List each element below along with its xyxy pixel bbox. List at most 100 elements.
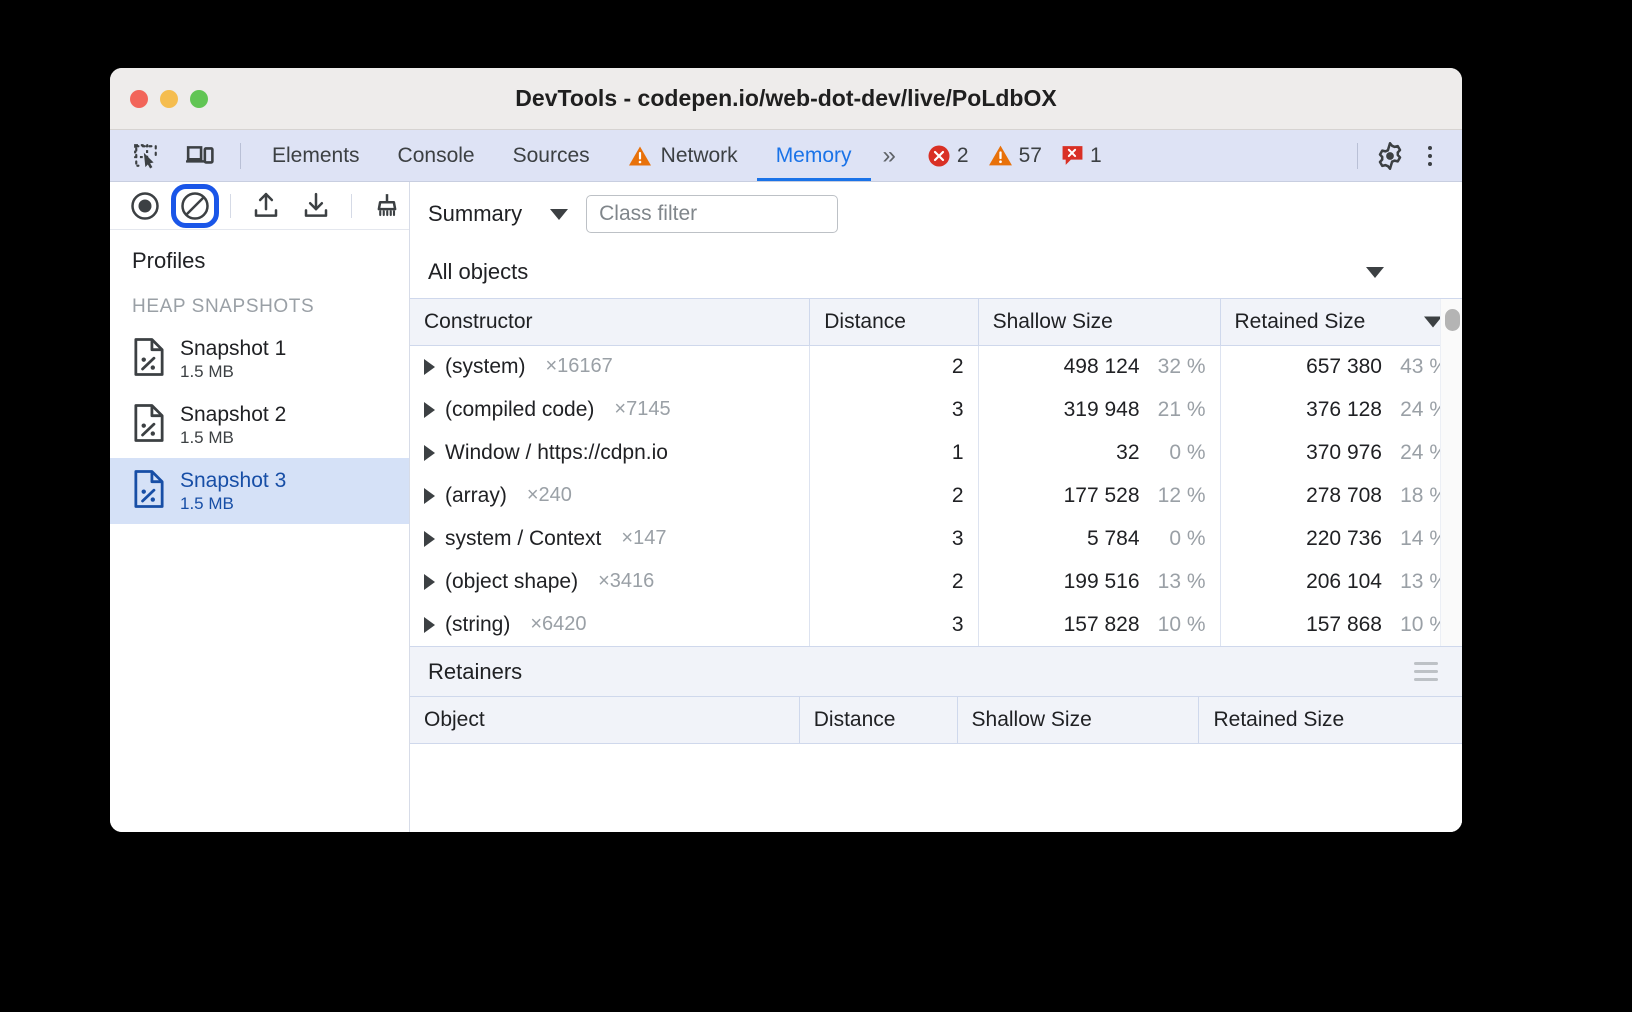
record-heap-snapshot-icon[interactable]	[124, 187, 166, 225]
traffic-lights	[110, 90, 208, 108]
retainers-panel: Retainers Object Distance	[410, 646, 1462, 832]
table-row[interactable]: (object shape)×3416 2 199 51613 % 206 10…	[410, 560, 1462, 603]
column-header-retained-size[interactable]: Retained Size	[1220, 299, 1462, 345]
retainers-body: Object Distance Shallow Size Retained Si…	[410, 697, 1462, 832]
snapshot-item-1[interactable]: Snapshot 1 1.5 MB	[110, 326, 409, 392]
collect-garbage-icon[interactable]	[366, 187, 408, 225]
issue-counter[interactable]: 1	[1054, 144, 1109, 168]
cell-shallow-size: 5 784	[1087, 527, 1140, 551]
clear-all-profiles-icon[interactable]	[174, 187, 216, 225]
more-options-icon[interactable]	[1412, 138, 1448, 174]
tab-elements[interactable]: Elements	[253, 130, 379, 181]
view-mode-select[interactable]: Summary	[428, 201, 586, 227]
scrollbar-thumb[interactable]	[1445, 309, 1460, 331]
cell-distance: 3	[810, 603, 978, 646]
column-header-retained-size[interactable]: Retained Size	[1199, 697, 1462, 743]
object-filter-select[interactable]: All objects	[410, 246, 1462, 298]
expand-triangle-icon[interactable]	[424, 445, 435, 461]
expand-triangle-icon[interactable]	[424, 359, 435, 375]
object-filter-label: All objects	[428, 259, 528, 285]
column-header-distance-label: Distance	[814, 708, 896, 731]
cell-shallow-pct: 21 %	[1140, 398, 1206, 422]
tab-memory-label: Memory	[776, 144, 852, 168]
load-profile-icon[interactable]	[245, 187, 287, 225]
snapshot-item-2[interactable]: Snapshot 2 1.5 MB	[110, 392, 409, 458]
expand-triangle-icon[interactable]	[424, 574, 435, 590]
tab-memory[interactable]: Memory	[757, 130, 871, 181]
cell-retained-size: 157 868	[1306, 613, 1382, 637]
expand-triangle-icon[interactable]	[424, 488, 435, 504]
close-window-button[interactable]	[130, 90, 148, 108]
vertical-scrollbar[interactable]	[1440, 299, 1462, 646]
table-row[interactable]: system / Context×147 3 5 7840 % 220 7361…	[410, 517, 1462, 560]
cell-shallow-pct: 13 %	[1140, 570, 1206, 594]
window-title: DevTools - codepen.io/web-dot-dev/live/P…	[110, 85, 1462, 112]
cell-shallow-pct: 10 %	[1140, 613, 1206, 637]
tab-sources-label: Sources	[513, 144, 590, 168]
heap-snapshots-section-label: HEAP SNAPSHOTS	[110, 284, 409, 326]
constructor-count: ×6420	[530, 613, 586, 636]
cell-shallow-size: 32	[1116, 441, 1139, 465]
column-header-shallow-size[interactable]: Shallow Size	[978, 299, 1220, 345]
cell-retained-size: 278 708	[1306, 484, 1382, 508]
warning-counter[interactable]: 57	[981, 144, 1049, 168]
snapshot-name: Snapshot 2	[180, 403, 286, 427]
snapshot-item-3[interactable]: Snapshot 3 1.5 MB	[110, 458, 409, 524]
tabbar-right-icons	[1347, 130, 1462, 181]
maximize-window-button[interactable]	[190, 90, 208, 108]
cell-shallow-size: 498 124	[1064, 355, 1140, 379]
table-row[interactable]: (array)×240 2 177 52812 % 278 70818 %	[410, 474, 1462, 517]
retainers-title-bar: Retainers	[410, 647, 1462, 697]
heap-summary-grid-wrapper: Constructor Distance Shallow Size Retain…	[410, 298, 1462, 646]
device-toolbar-icon[interactable]	[182, 138, 218, 174]
cell-distance: 2	[810, 474, 978, 517]
cell-distance: 3	[810, 517, 978, 560]
inspect-element-icon[interactable]	[128, 138, 164, 174]
cell-retained-pct: 43 %	[1382, 355, 1448, 379]
profiles-title: Profiles	[110, 230, 409, 284]
save-profile-icon[interactable]	[295, 187, 337, 225]
column-header-distance[interactable]: Distance	[810, 299, 978, 345]
class-filter-input[interactable]	[586, 195, 838, 233]
snapshot-size: 1.5 MB	[180, 428, 286, 448]
column-header-shallow-size[interactable]: Shallow Size	[957, 697, 1199, 743]
memory-sidebar: Profiles HEAP SNAPSHOTS Snapshot 1 1.5 M…	[110, 182, 410, 832]
tab-sources[interactable]: Sources	[494, 130, 609, 181]
expand-triangle-icon[interactable]	[424, 617, 435, 633]
tabbar-left-icons	[110, 130, 253, 181]
column-header-constructor[interactable]: Constructor	[410, 299, 810, 345]
snapshot-size: 1.5 MB	[180, 494, 286, 514]
cell-retained-size: 370 976	[1306, 441, 1382, 465]
expand-triangle-icon[interactable]	[424, 531, 435, 547]
menu-hamburger-icon[interactable]	[1414, 662, 1438, 681]
column-header-distance[interactable]: Distance	[799, 697, 957, 743]
error-counter[interactable]: 2	[920, 144, 976, 168]
memory-content-toolbar: Summary	[410, 182, 1462, 246]
more-tabs-icon[interactable]: »	[871, 130, 906, 181]
snapshot-name: Snapshot 3	[180, 469, 286, 493]
tab-console-label: Console	[398, 144, 475, 168]
snapshot-size: 1.5 MB	[180, 362, 286, 382]
table-row[interactable]: Window / https://cdpn.io 1 320 % 370 976…	[410, 431, 1462, 474]
chevron-down-icon	[1366, 267, 1384, 278]
tab-network[interactable]: Network	[609, 130, 757, 181]
table-row[interactable]: (system)×16167 2 498 12432 % 657 38043 %	[410, 345, 1462, 388]
retainers-grid: Object Distance Shallow Size Retained Si…	[410, 697, 1462, 744]
table-row[interactable]: (compiled code)×7145 3 319 94821 % 376 1…	[410, 388, 1462, 431]
column-header-object[interactable]: Object	[410, 697, 799, 743]
constructor-name: (array)	[445, 484, 507, 508]
issue-counters: 2 57 1	[906, 130, 1109, 181]
expand-triangle-icon[interactable]	[424, 402, 435, 418]
tab-console[interactable]: Console	[379, 130, 494, 181]
cell-retained-size: 206 104	[1306, 570, 1382, 594]
sidebar-toolbar-divider-1	[230, 194, 231, 218]
panel-tabs: Elements Console Sources Network	[253, 130, 906, 181]
constructor-name: (compiled code)	[445, 398, 594, 422]
devtools-body: Profiles HEAP SNAPSHOTS Snapshot 1 1.5 M…	[110, 182, 1462, 832]
snapshot-document-icon	[132, 338, 166, 381]
constructor-name: system / Context	[445, 527, 601, 551]
table-row[interactable]: (string)×6420 3 157 82810 % 157 86810 %	[410, 603, 1462, 646]
settings-gear-icon[interactable]	[1372, 138, 1408, 174]
cell-shallow-size: 157 828	[1064, 613, 1140, 637]
minimize-window-button[interactable]	[160, 90, 178, 108]
